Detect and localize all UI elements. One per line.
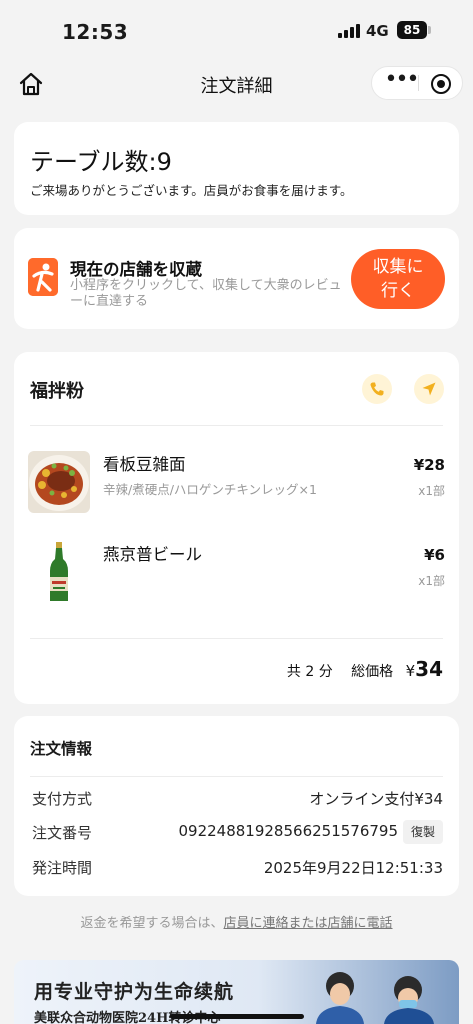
table-number: テーブル数:9 (30, 148, 172, 176)
close-target-icon[interactable] (431, 74, 451, 94)
total-row: 共 2 分 総価格 ¥34 (287, 657, 443, 681)
item-name: 看板豆雑面 (103, 455, 186, 474)
order-time-value: 2025年9月22日12:51:33 (263, 859, 443, 877)
item-spec: 辛辣/煮硬点/ハロゲンチキンレッグ×1 (103, 482, 317, 497)
total-amount: 34 (415, 657, 443, 681)
collect-button-line1: 収集に (372, 257, 424, 277)
order-time-label: 発注時間 (32, 859, 93, 877)
collect-description: 小程序をクリックして、収集して大衆のレビューに直達する (70, 278, 342, 309)
order-number-label: 注文番号 (32, 824, 93, 842)
table-subtitle: ご来場ありがとうございます。店員がお食事を届けます。 (30, 183, 353, 198)
navigate-icon[interactable] (414, 374, 444, 404)
beer-bottle-image (28, 541, 90, 603)
collect-title: 現在の店舗を収蔵 (70, 260, 202, 279)
more-icon[interactable]: ••• (384, 67, 420, 99)
collect-button-line2: 行く (381, 281, 415, 301)
payment-label: 支付方式 (32, 790, 93, 808)
total-label: 総価格 (351, 664, 394, 680)
item-price: ¥28 (413, 456, 445, 474)
collect-card: 現在の店舗を収蔵 小程序をクリックして、収集して大衆のレビューに直達する 収集に… (14, 228, 459, 329)
payment-row: 支付方式 オンライン支付¥34 (32, 788, 443, 812)
signal-icon (338, 24, 360, 38)
item-quantity: x1部 (418, 484, 445, 498)
nav-bar: 注文詳細 ••• (0, 62, 473, 106)
refund-notice: 返金を希望する場合は、店員に連絡または店舗に電話 (0, 912, 473, 931)
phone-icon[interactable] (362, 374, 392, 404)
dianping-logo-icon (28, 258, 58, 296)
shop-card: 福拌粉 看板豆雑面 辛辣/煮硬点/ハロゲンチキンレッグ×1 ¥28 x1部 燕京… (14, 352, 459, 704)
banner-photo (316, 972, 434, 1024)
order-item: 看板豆雑面 辛辣/煮硬点/ハロゲンチキンレッグ×1 ¥28 x1部 (28, 451, 445, 521)
total-currency: ¥ (405, 662, 416, 680)
divider (30, 638, 443, 639)
item-price: ¥6 (424, 546, 445, 564)
order-info-title: 注文情報 (30, 740, 93, 758)
refund-contact-link[interactable]: 店員に連絡または店舗に電話 (224, 916, 393, 931)
item-name: 燕京普ビール (103, 545, 202, 564)
banner-title: 用专业守护为生命续航 (34, 981, 235, 1003)
network-type: 4G (366, 22, 389, 40)
collect-button[interactable]: 収集に 行く (351, 249, 445, 309)
order-item: 燕京普ビール ¥6 x1部 (28, 541, 445, 611)
divider (30, 425, 443, 426)
home-indicator (170, 1014, 304, 1019)
status-time: 12:53 (62, 20, 129, 44)
divider (30, 776, 443, 777)
table-card: テーブル数:9 ご来場ありがとうございます。店員がお食事を届けます。 (14, 122, 459, 215)
noodle-dish-image (28, 451, 90, 513)
order-number-value: 0922488192856625157679​5 (178, 822, 399, 840)
order-info-card: 注文情報 支付方式 オンライン支付¥34 注文番号 09224881928566… (14, 716, 459, 896)
order-number-row: 注文番号 0922488192856625157679​5 復製 (32, 820, 443, 846)
shop-name: 福拌粉 (30, 381, 84, 402)
battery-tip (428, 26, 431, 34)
payment-value: オンライン支付¥34 (309, 790, 443, 808)
capsule-divider (418, 75, 419, 91)
refund-text: 返金を希望する場合は、 (80, 916, 224, 931)
total-count: 共 2 分 (286, 664, 333, 680)
status-bar: 12:53 4G 85 (0, 0, 473, 62)
mini-program-capsule: ••• (371, 66, 463, 100)
order-time-row: 発注時間 2025年9月22日12:51:33 (32, 857, 443, 881)
item-quantity: x1部 (418, 574, 445, 588)
battery-icon: 85 (397, 21, 427, 39)
copy-button[interactable]: 復製 (403, 820, 443, 844)
